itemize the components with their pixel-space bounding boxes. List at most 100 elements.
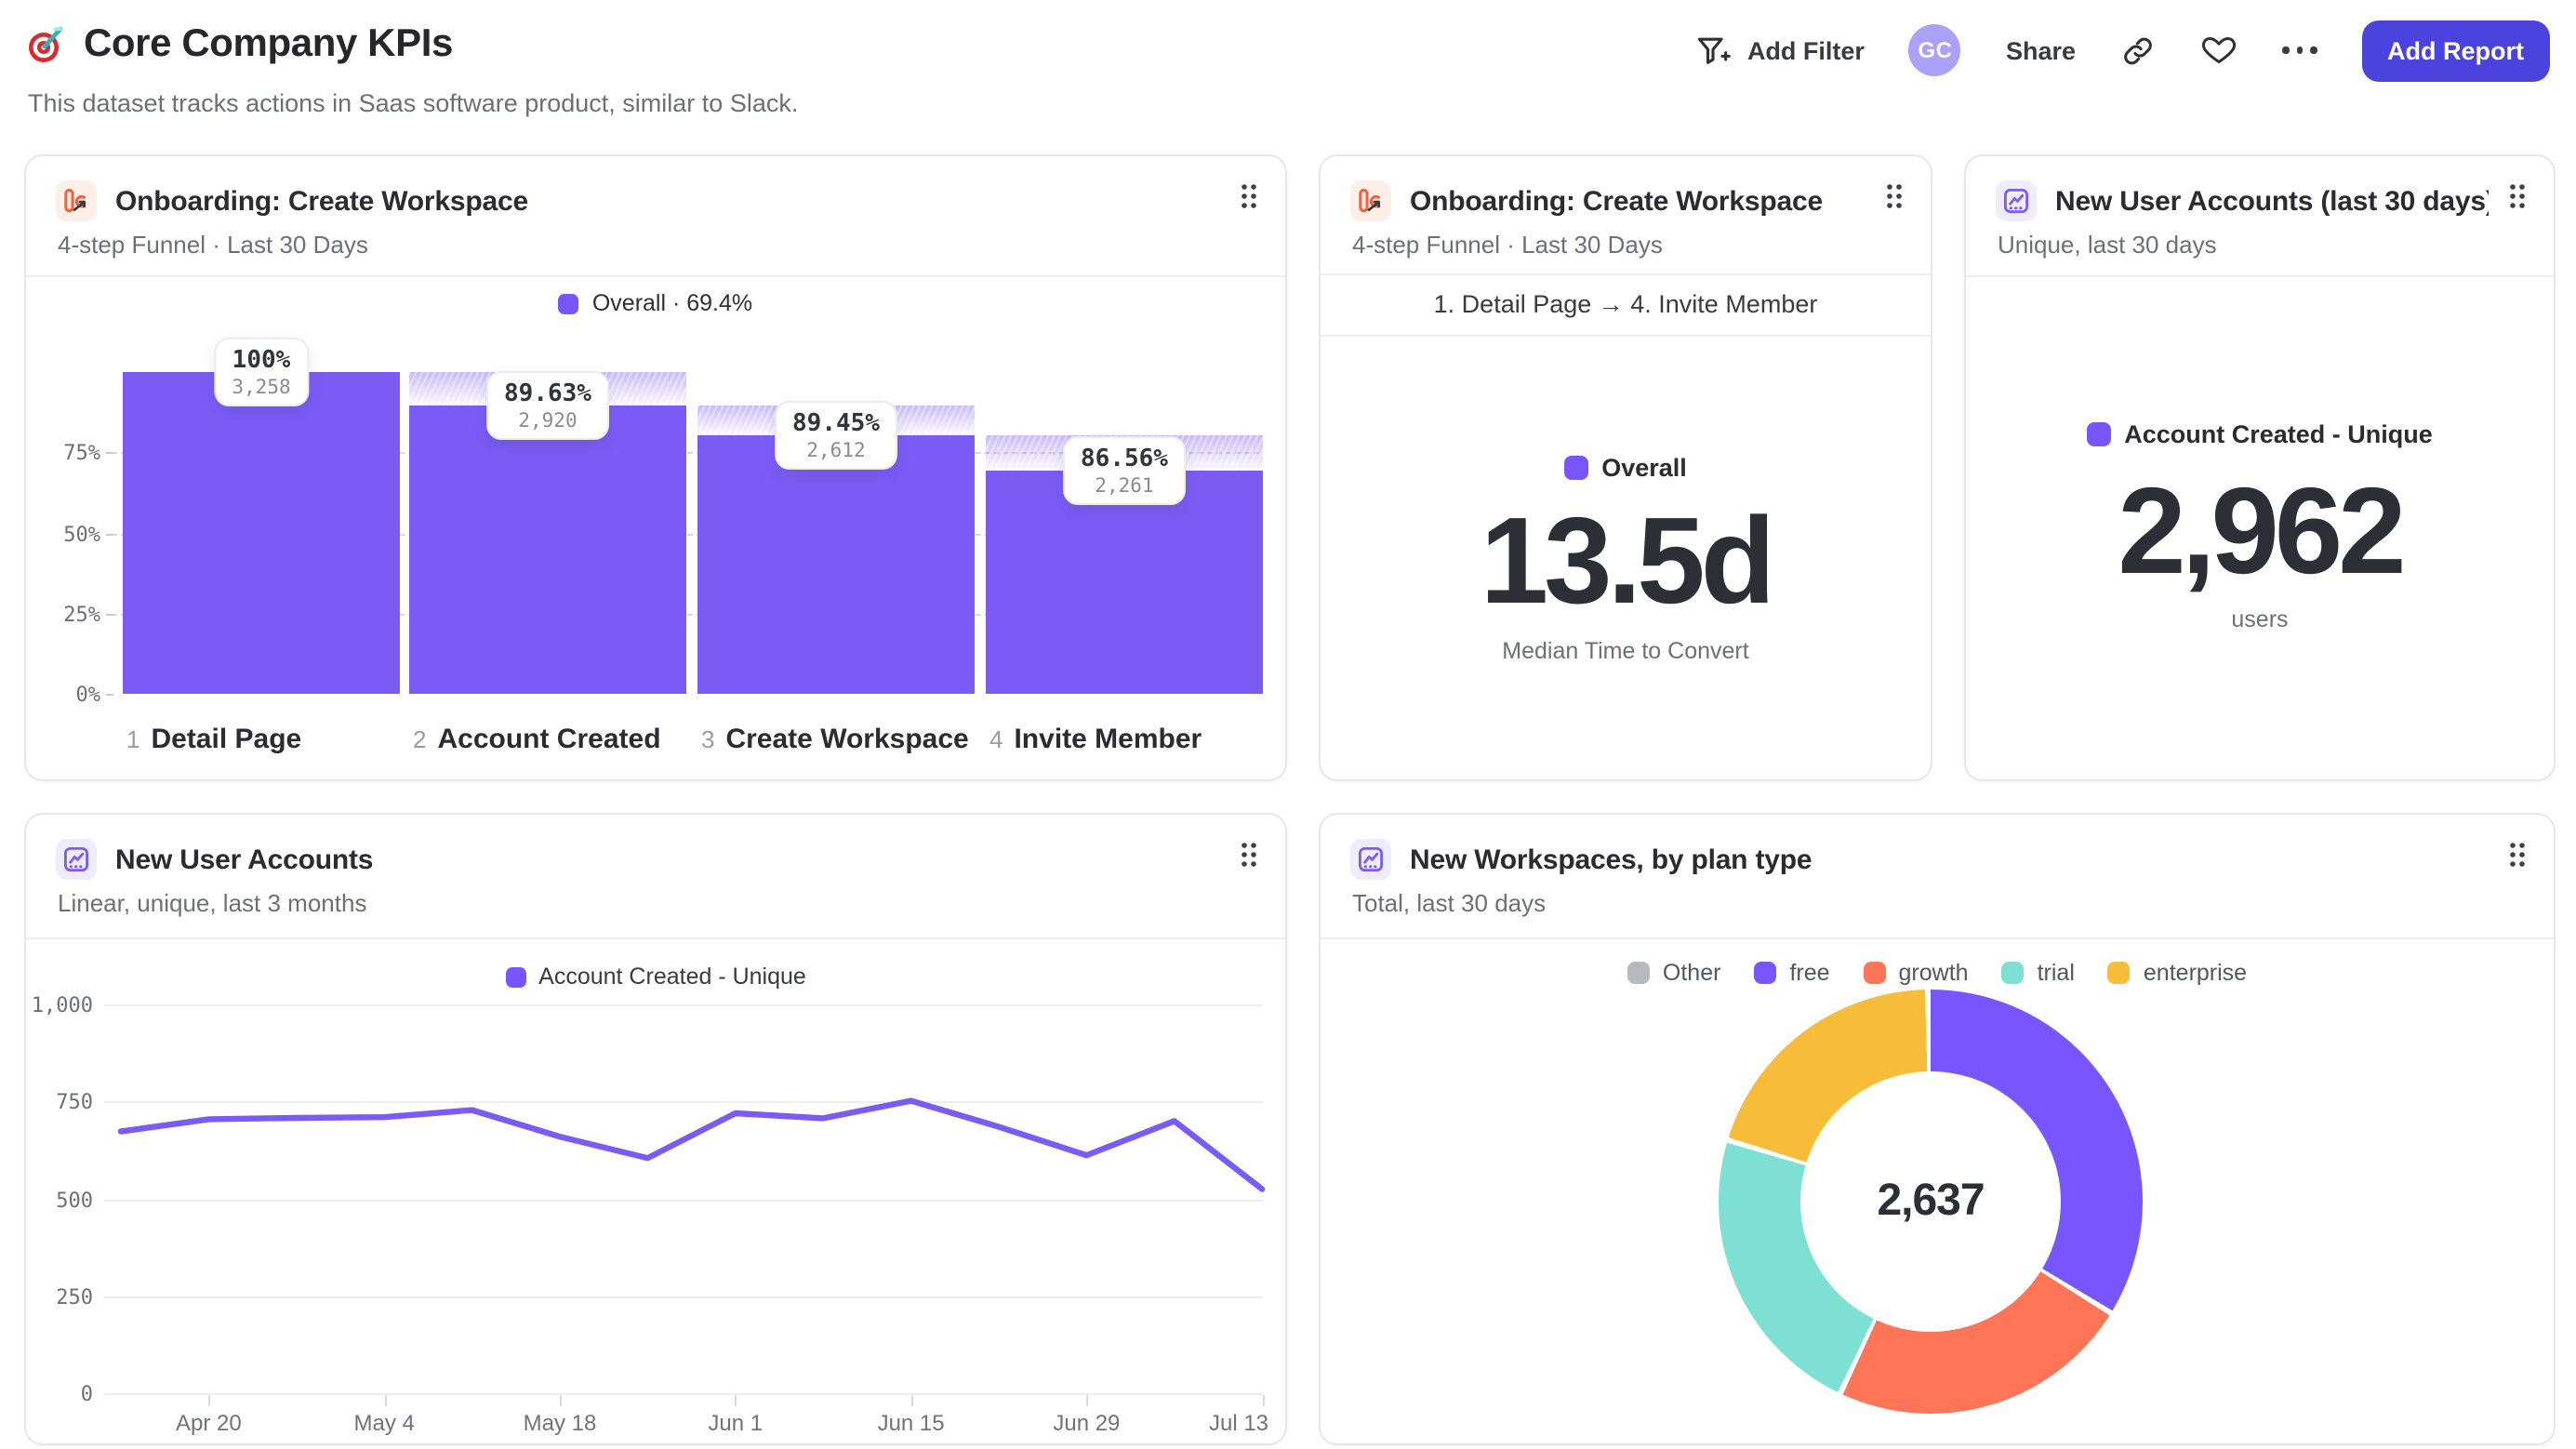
card-donut-chart: New Workspaces, by plan type Total, last… xyxy=(1319,813,2556,1445)
copy-link-button[interactable] xyxy=(2120,33,2156,68)
funnel-count: 3,258 xyxy=(232,377,291,399)
legend-swatch xyxy=(2087,422,2112,446)
step-number: 3 xyxy=(701,725,715,753)
card-line-chart: New User Accounts Linear, unique, last 3… xyxy=(24,813,1287,1445)
legend-swatch xyxy=(1754,962,1777,984)
funnel-step-label-2: 2 Account Created xyxy=(413,724,661,755)
funnel-report-icon xyxy=(56,180,97,221)
add-report-button[interactable]: Add Report xyxy=(2361,20,2550,81)
line-y-axis-label: 250 xyxy=(56,1284,93,1309)
legend-swatch xyxy=(1627,962,1650,984)
page-title: Core Company KPIs xyxy=(84,22,453,65)
donut-legend: Other free growth trial enterprise xyxy=(1321,960,2554,986)
add-filter-button[interactable]: Add Filter xyxy=(1695,32,1865,69)
line-x-axis-label: Jun 1 xyxy=(708,1410,764,1436)
funnel-value-chip-4: 86.56% 2,261 xyxy=(1062,435,1187,505)
line-x-tick xyxy=(1262,1395,1265,1406)
line-y-axis-label: 500 xyxy=(56,1188,93,1212)
user-avatar[interactable]: GC xyxy=(1908,24,1961,76)
funnel-conversion-pct: 86.56% xyxy=(1081,445,1168,473)
page-header: Core Company KPIs xyxy=(26,22,453,67)
line-series-account-created[interactable] xyxy=(26,815,1287,1445)
insights-report-icon xyxy=(1996,180,2037,221)
line-y-axis-label: 1,000 xyxy=(31,993,93,1017)
legend-label: Account Created - Unique xyxy=(2124,420,2433,448)
add-filter-label: Add Filter xyxy=(1746,36,1865,64)
funnel-conversion-pct: 89.63% xyxy=(504,379,591,408)
legend-label: Overall xyxy=(1601,454,1687,482)
funnel-bar-2[interactable] xyxy=(409,405,686,694)
funnel-value-chip-2: 89.63% 2,920 xyxy=(485,370,610,440)
funnel-y-tick xyxy=(106,452,113,455)
funnel-report-icon xyxy=(1350,180,1391,221)
line-gridline xyxy=(104,1004,1263,1006)
card-donut-header: New Workspaces, by plan type xyxy=(1350,839,2528,880)
legend-swatch xyxy=(1863,962,1886,984)
line-gridline xyxy=(104,1393,1263,1395)
funnel-chart: 75% 50% 25% 0% 100% 3,258 1 Detail Page 89.63% 2,… xyxy=(26,277,1285,779)
median-value: 13.5d xyxy=(1480,491,1776,629)
card-median-time: Onboarding: Create Workspace 4-step Funn… xyxy=(1319,154,1932,781)
funnel-step-range: 1. Detail Page → 4. Invite Member xyxy=(1433,290,1818,318)
link-icon xyxy=(2124,36,2152,64)
drag-handle-icon[interactable] xyxy=(2507,841,2528,878)
donut-legend-item-growth[interactable]: growth xyxy=(1863,960,1969,986)
line-gridline xyxy=(104,1101,1263,1104)
filter-plus-icon xyxy=(1695,32,1733,69)
more-options-button[interactable] xyxy=(2282,47,2317,54)
line-x-tick xyxy=(910,1395,913,1406)
funnel-conversion-pct: 89.45% xyxy=(792,410,880,439)
card-title: New User Accounts (last 30 days) xyxy=(2055,185,2489,217)
line-x-tick xyxy=(208,1395,211,1406)
funnel-step-label-1: 1 Detail Page xyxy=(126,724,301,755)
card-subtitle: 4-step Funnel · Last 30 Days xyxy=(58,231,368,259)
funnel-bar-3[interactable] xyxy=(697,435,975,694)
card-subtitle: Total, last 30 days xyxy=(1352,889,1547,917)
step-name: Detail Page xyxy=(151,724,302,755)
funnel-y-axis-label: 50% xyxy=(63,522,100,546)
step-number: 1 xyxy=(126,725,140,753)
drag-handle-icon[interactable] xyxy=(2507,182,2528,219)
favorite-button[interactable] xyxy=(2200,32,2237,69)
line-x-axis-label: Apr 20 xyxy=(176,1410,242,1436)
drag-handle-icon[interactable] xyxy=(1239,182,1259,219)
divider xyxy=(1321,937,2554,939)
donut-total: 2,637 xyxy=(1877,1176,1985,1226)
card-title: Onboarding: Create Workspace xyxy=(1410,185,1823,217)
divider xyxy=(1321,273,1931,275)
funnel-bar-1[interactable] xyxy=(123,372,400,694)
funnel-y-axis-label: 75% xyxy=(63,441,100,466)
share-button[interactable]: Share xyxy=(2006,36,2076,64)
line-y-axis-label: 750 xyxy=(56,1090,93,1115)
card-subtitle: Unique, last 30 days xyxy=(1998,231,2217,259)
donut-legend-item-free[interactable]: free xyxy=(1754,960,1830,986)
line-chart: 1,000 750 500 250 0 Apr 20 May 4 May 18 Jun 1 Jun… xyxy=(26,815,1285,1443)
funnel-value-chip-3: 89.45% 2,612 xyxy=(774,401,898,471)
donut-legend-item-trial[interactable]: trial xyxy=(2001,960,2075,986)
big-number-value: 2,962 xyxy=(2118,461,2406,599)
donut-legend-item-enterprise[interactable]: enterprise xyxy=(2107,960,2247,986)
funnel-count: 2,920 xyxy=(518,409,578,432)
funnel-y-tick xyxy=(106,613,113,616)
median-caption: Median Time to Convert xyxy=(1502,638,1749,664)
line-x-axis-label: Jul 13 xyxy=(1208,1410,1269,1436)
divider xyxy=(1321,335,1931,337)
big-number-caption: users xyxy=(2231,606,2289,632)
legend-label: free xyxy=(1789,960,1830,986)
drag-handle-icon[interactable] xyxy=(1884,182,1905,219)
card-median-header: Onboarding: Create Workspace xyxy=(1350,180,1905,221)
step-name: Account Created xyxy=(437,724,661,755)
donut-ring[interactable]: 2,637 xyxy=(1719,990,2143,1414)
card-funnel: Onboarding: Create Workspace 4-step Funn… xyxy=(24,154,1287,781)
donut-legend-item-other[interactable]: Other xyxy=(1627,960,1721,986)
divider xyxy=(1966,275,2554,277)
heart-icon xyxy=(2201,37,2237,63)
funnel-y-axis-label: 0% xyxy=(75,683,101,707)
page-subtitle: This dataset tracks actions in Saas soft… xyxy=(28,89,799,117)
funnel-y-tick xyxy=(106,533,113,535)
line-x-axis-label: May 4 xyxy=(353,1410,415,1436)
legend-label: Other xyxy=(1662,960,1721,986)
legend-swatch xyxy=(2001,962,2025,984)
card-title: New Workspaces, by plan type xyxy=(1410,844,1812,875)
line-x-tick xyxy=(1086,1395,1089,1406)
